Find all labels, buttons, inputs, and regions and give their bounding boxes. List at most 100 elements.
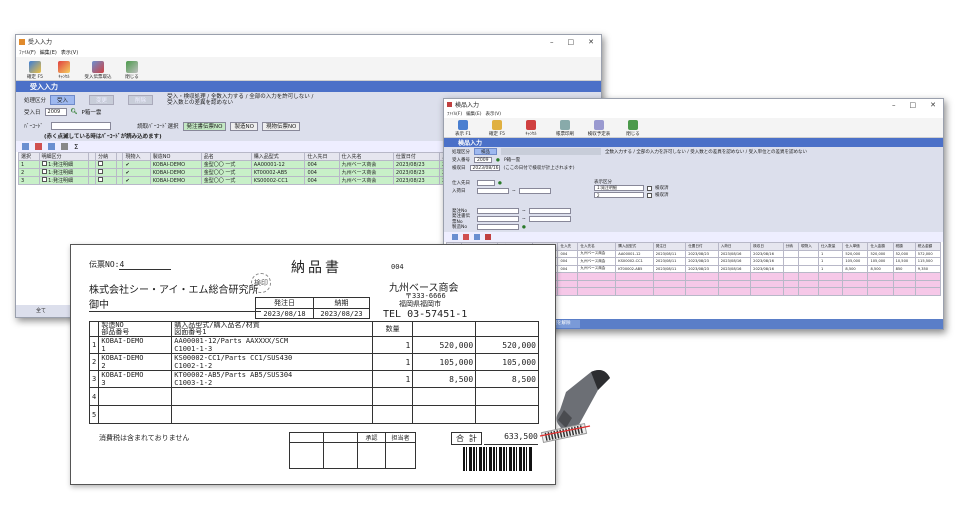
minimize-button[interactable]: – — [892, 101, 896, 109]
select-all-button[interactable]: 全て — [36, 308, 46, 314]
receive-table: 選択明細区分分納現物入製造NO品名購入品型式仕入先日仕入先名仕置日付入 1 1:… — [18, 152, 454, 185]
row-checkbox[interactable] — [41, 161, 47, 166]
window-title: 受入入力 — [28, 39, 53, 46]
done-checkbox-2[interactable] — [647, 192, 652, 198]
menu-file[interactable]: ﾌｧｲﾙ(F) — [19, 49, 36, 56]
vendor-address: 福岡県福岡市 — [399, 300, 441, 308]
mode-receive-button[interactable]: 受入 — [50, 95, 76, 105]
inspect-date-label: 検収日 — [452, 166, 466, 171]
table-row[interactable]: 1 1:発注明細 ✔ KOBAI-DEMO 金型〇〇 一式 AA00001-12 004 九… — [18, 160, 454, 169]
slip-no-from[interactable] — [477, 216, 519, 222]
item-row: 5 — [88, 405, 539, 424]
inspect-date-input[interactable]: 2023/08/16 — [469, 165, 500, 171]
vendor-tel: TEL 03-57451-1 — [383, 309, 468, 320]
select-all-icon[interactable] — [35, 143, 42, 150]
grid-icon[interactable] — [22, 143, 29, 150]
item-row: 1 KOBAI-DEMO 1 AA00001-12/Parts AAXXXX/SCM C… — [88, 336, 539, 354]
mode-delete-button[interactable]: 削除 — [128, 95, 154, 105]
display-button[interactable]: 表示 F1 — [450, 114, 476, 137]
display-select-2[interactable]: 2 — [594, 192, 644, 198]
delivery-slip: 伝票NO:4 納品書 004 株式会社シー・アイ・エム総合研究所御中 検印 九州… — [70, 244, 556, 485]
row-checkbox[interactable] — [41, 177, 47, 182]
confirm-button[interactable]: 確定 F5 — [22, 57, 48, 80]
barcode-input[interactable] — [51, 122, 112, 130]
done-checkbox-1[interactable] — [647, 185, 652, 191]
arrival-from-input[interactable] — [477, 188, 509, 194]
display-select-1[interactable]: 1:発注明細 — [594, 185, 644, 191]
display-filter: 表示区分 1:発注明細 検収済 2 検収済 — [594, 180, 669, 198]
total-box: 合 計 633,500 — [451, 432, 538, 445]
receive-no-input[interactable]: 2009 — [474, 157, 492, 163]
close-window-button[interactable]: 閉じる — [119, 57, 145, 80]
scan-select-label: 読取ﾊﾞｰｺｰﾄﾞ選択 — [137, 124, 179, 130]
lookup-icon[interactable]: 🔍︎ — [71, 109, 78, 115]
cancel-button[interactable]: ｷｬﾝｾﾙ — [51, 57, 77, 80]
confirm-icon — [29, 61, 41, 73]
toolbar: 確定 F5 ｷｬﾝｾﾙ 受入伝票取込 閉じる — [16, 57, 601, 81]
print-button[interactable]: 帳票印刷 — [552, 114, 578, 137]
select-all-icon[interactable] — [463, 234, 469, 240]
slip-no-to[interactable] — [528, 216, 571, 222]
maximize-button[interactable]: □ — [568, 38, 575, 46]
menu-edit[interactable]: 編集(E) — [40, 49, 57, 56]
item-row: 2 KOBAI-DEMO 2 KS00002-CC1/Parts CC1/SUS430… — [88, 353, 539, 371]
maximize-button[interactable]: □ — [910, 101, 917, 109]
title-bar: 検品入力 – □ ✕ — [444, 99, 943, 110]
close-button[interactable]: ✕ — [588, 38, 594, 46]
filter-icon[interactable] — [48, 143, 55, 150]
table-header: 選択明細区分分納現物入製造NO品名購入品型式仕入先日仕入先名仕置日付入 — [18, 152, 454, 161]
export-icon[interactable] — [485, 234, 491, 240]
seal-stamp: 検印 — [251, 273, 271, 293]
receive-date-input[interactable]: 2009 — [44, 108, 67, 116]
door-icon — [126, 61, 138, 73]
print-icon[interactable] — [61, 143, 68, 150]
mode-note: 受入・検収処理 / 全数入力する / 全部の入力を許可しない / 受入数との差異… — [167, 94, 314, 106]
slip-no: 伝票NO:4 — [89, 259, 172, 270]
app-icon — [19, 38, 25, 45]
menu-bar: ﾌｧｲﾙ(F) 編集(E) 表示(V) — [16, 48, 601, 57]
order-no-to[interactable] — [528, 208, 571, 214]
search-fields: 仕入先日 ● 入荷日 ~ 発注No ~ 発注書伝票No ~ 製造No ● — [452, 179, 571, 231]
scan-opt-seizo[interactable]: 製造NO — [230, 121, 258, 131]
toolbar: 表示 F1 確定 F5 ｷｬﾝｾﾙ 帳票印刷 検収予定表 閉じる — [444, 118, 943, 138]
screen-title: 検品入力 — [444, 138, 943, 147]
import-button[interactable]: 受入伝票取込 — [80, 57, 116, 80]
item-row: 4 — [88, 387, 539, 406]
import-icon — [92, 61, 104, 73]
cancel-button[interactable]: ｷｬﾝｾﾙ — [518, 114, 544, 137]
arrival-to-input[interactable] — [518, 188, 551, 194]
close-button[interactable]: ✕ — [930, 101, 936, 109]
grid-icon[interactable] — [452, 234, 458, 240]
table-row[interactable]: 2 1:発注明細 ✔ KOBAI-DEMO 金型〇〇 一式 KT00002-AB5 004… — [18, 168, 454, 177]
schedule-button[interactable]: 検収予定表 — [586, 114, 612, 137]
scan-opt-genbutsu[interactable]: 現物伝票NO — [261, 121, 301, 131]
lookup-icon[interactable]: ● — [496, 158, 500, 163]
schedule-icon — [594, 120, 604, 130]
cancel-icon — [58, 61, 70, 73]
order-no-from[interactable] — [477, 208, 519, 214]
confirm-button[interactable]: 確定 F5 — [484, 114, 510, 137]
mode-change-button[interactable]: 変更 — [89, 95, 115, 105]
barcode-image — [463, 447, 533, 471]
minimize-button[interactable]: – — [550, 38, 554, 46]
receive-grid: 選択明細区分分納現物入製造NO品名購入品型式仕入先日仕入先名仕置日付入 1 1:… — [16, 152, 456, 185]
vendor-code: 004 — [391, 263, 404, 271]
filter-icon[interactable] — [474, 234, 480, 240]
barcode-label: ﾊﾞｰｺｰﾄﾞ — [24, 124, 44, 130]
app-icon — [447, 102, 452, 107]
door-icon — [628, 120, 638, 130]
confirm-icon — [492, 120, 502, 130]
barcode-scanner-icon — [539, 370, 610, 444]
sum-icon[interactable]: Σ — [74, 143, 78, 151]
table-row[interactable]: 3 1:発注明細 ✔ KOBAI-DEMO 金型〇〇 一式 KS00002-CC1 004… — [18, 176, 454, 185]
kubun-label: 処理区分 — [452, 149, 470, 155]
seizo-no-input[interactable] — [477, 224, 519, 230]
mode-inspect-button[interactable]: 検品 — [474, 148, 497, 155]
scan-opt-order[interactable]: 発注書伝票NO — [182, 121, 227, 131]
row-checkbox[interactable] — [41, 169, 47, 174]
close-window-button[interactable]: 閉じる — [620, 114, 646, 137]
vendor-input[interactable] — [477, 180, 495, 186]
menu-view[interactable]: 表示(V) — [61, 49, 78, 56]
mode-note: 全数入力する / 全部の入力を許可しない / 受入数との差異を認めない / 受入… — [605, 149, 808, 155]
screen-title: 受入入力 — [16, 81, 601, 92]
